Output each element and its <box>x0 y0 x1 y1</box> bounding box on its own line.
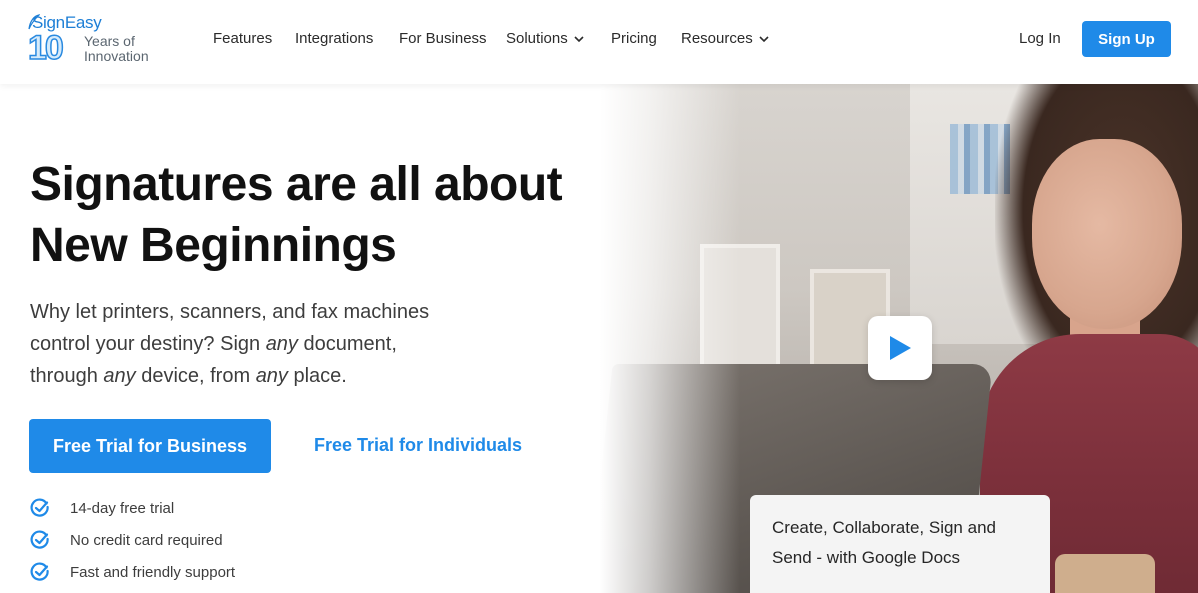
logo-years-line: Years of <box>84 33 135 49</box>
video-caption-line1: Create, Collaborate, Sign and <box>772 518 996 537</box>
nav-for-business-label: For Business <box>399 30 487 47</box>
chevron-down-icon <box>574 35 584 42</box>
nav-resources[interactable]: Resources <box>681 30 769 47</box>
nav-features-label: Features <box>213 30 273 47</box>
hero-title-line1: Signatures are all about <box>30 158 563 211</box>
play-icon <box>890 336 911 360</box>
nav-resources-label: Resources <box>681 30 753 47</box>
hero-sub-text4: place. <box>287 365 347 387</box>
hero-title: Signatures are all about New Beginnings <box>30 154 590 276</box>
login-link[interactable]: Log In <box>1019 30 1061 47</box>
free-trial-individuals-link[interactable]: Free Trial for Individuals <box>314 435 522 456</box>
signeasy-logo[interactable]: SignEasy 10 Years of Innovation <box>27 12 168 68</box>
nav-solutions[interactable]: Solutions <box>506 30 584 47</box>
video-person-face <box>1032 139 1182 329</box>
video-cup <box>1055 554 1155 593</box>
chevron-down-icon <box>759 35 769 42</box>
play-button[interactable] <box>868 316 932 380</box>
hero-sub-emphasis1: any <box>265 333 298 355</box>
nav-for-business[interactable]: For Business <box>399 30 487 47</box>
benefit-item: 14-day free trial <box>30 497 174 519</box>
video-fade-overlay <box>600 84 740 593</box>
benefit-text: No credit card required <box>70 531 223 549</box>
nav-pricing[interactable]: Pricing <box>611 30 657 47</box>
video-caption-card: Create, Collaborate, Sign and Send - wit… <box>750 495 1050 593</box>
benefit-item: No credit card required <box>30 529 223 551</box>
video-caption-line2: Send - with Google Docs <box>772 548 961 567</box>
hero-subtitle: Why let printers, scanners, and fax mach… <box>30 296 470 392</box>
benefit-text: 14-day free trial <box>70 499 175 517</box>
nav-integrations[interactable]: Integrations <box>295 30 373 47</box>
free-trial-business-button[interactable]: Free Trial for Business <box>29 419 271 473</box>
hero-sub-text3: device, from <box>135 365 256 387</box>
check-circle-icon <box>30 530 49 549</box>
hero-sub-emphasis3: any <box>255 365 288 387</box>
logo-innovation-line: Innovation <box>84 48 149 64</box>
logo-anniversary-text: Years of Innovation <box>84 34 149 64</box>
hero-sub-emphasis2: any <box>103 365 136 387</box>
logo-anniversary-number: 10 <box>27 29 64 67</box>
nav-solutions-label: Solutions <box>506 30 568 47</box>
hero-title-line2: New Beginnings <box>30 219 397 272</box>
nav-integrations-label: Integrations <box>295 30 374 47</box>
check-circle-icon <box>30 562 49 581</box>
nav-features[interactable]: Features <box>213 30 272 47</box>
benefit-text: Fast and friendly support <box>70 563 236 581</box>
benefit-item: Fast and friendly support <box>30 561 235 583</box>
check-circle-icon <box>30 498 49 517</box>
nav-pricing-label: Pricing <box>611 30 657 47</box>
signup-button[interactable]: Sign Up <box>1082 21 1171 57</box>
site-header: SignEasy 10 Years of Innovation Features… <box>0 0 1198 84</box>
